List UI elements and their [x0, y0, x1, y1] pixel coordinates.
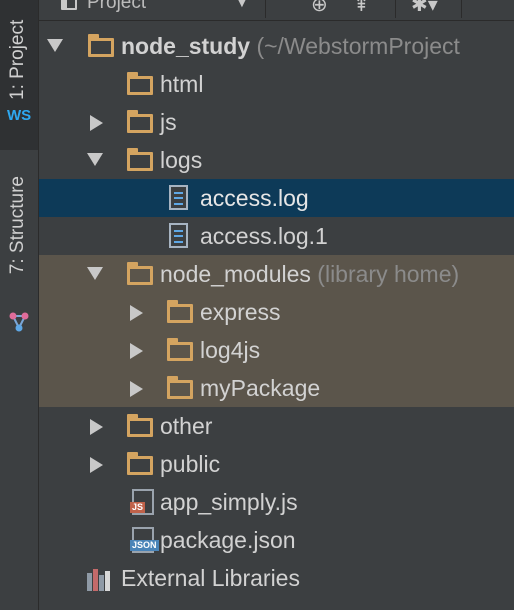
- tree-node-access-log-1[interactable]: access.log.1: [39, 217, 514, 255]
- tree-node-label: express: [200, 299, 281, 325]
- settings-icon[interactable]: ✱▾: [411, 0, 438, 17]
- collapse-arrow-icon[interactable]: [130, 343, 143, 359]
- folder-icon: [127, 262, 153, 285]
- folder-icon: [167, 376, 193, 399]
- collapse-all-icon[interactable]: ⇞: [353, 0, 370, 17]
- tree-node-html[interactable]: html: [39, 65, 514, 103]
- tree-node-label: html: [160, 71, 204, 97]
- tree-node-js[interactable]: js: [39, 103, 514, 141]
- tree-node-public[interactable]: public: [39, 445, 514, 483]
- tree-node-label: js: [160, 109, 177, 135]
- folder-icon: [127, 452, 153, 475]
- folder-icon: [127, 414, 153, 437]
- tree-node-external-libraries[interactable]: External Libraries: [39, 559, 514, 597]
- project-toolbar: Project ▼ ⊕ ⇞ ✱▾: [39, 0, 514, 21]
- tree-node-label: logs: [160, 147, 203, 173]
- tree-node-label: package.json: [160, 527, 296, 553]
- project-tree: node_study (~/WebstormProject html js lo…: [39, 27, 514, 597]
- tree-node-label: other: [160, 413, 213, 439]
- log-file-icon: [169, 223, 188, 248]
- folder-icon: [127, 72, 153, 95]
- expand-arrow-icon[interactable]: [87, 153, 103, 166]
- external-libraries-icon: [87, 569, 113, 591]
- js-file-icon: JS: [130, 489, 154, 515]
- view-selector[interactable]: Project: [61, 0, 146, 14]
- tree-node-logs[interactable]: logs: [39, 141, 514, 179]
- folder-icon: [127, 110, 153, 133]
- tree-node-label: myPackage: [200, 375, 321, 401]
- tree-node-package-json[interactable]: JSON package.json: [39, 521, 514, 559]
- tree-node-label: app_simply.js: [160, 489, 298, 515]
- json-badge: JSON: [130, 540, 159, 551]
- tree-node-label: access.log.1: [200, 223, 328, 249]
- tree-node-access-log[interactable]: access.log: [39, 179, 514, 217]
- chevron-down-icon[interactable]: ▼: [235, 0, 249, 10]
- expand-arrow-icon[interactable]: [87, 267, 103, 280]
- structure-tab-label: 7: Structure: [7, 176, 28, 275]
- structure-tool-tab[interactable]: 7: Structure: [0, 168, 38, 348]
- log-file-icon: [169, 185, 188, 210]
- tree-node-label: node_study (~/WebstormProject: [121, 33, 460, 59]
- toolbar-divider: [395, 0, 396, 18]
- tree-node-express[interactable]: express: [39, 293, 514, 331]
- project-tab-label: 1: Project: [7, 19, 28, 100]
- tree-node-mypackage[interactable]: myPackage: [39, 369, 514, 407]
- tree-node-label: public: [160, 451, 221, 477]
- tree-node-node-modules[interactable]: node_modules (library home): [39, 255, 514, 293]
- collapse-arrow-icon[interactable]: [130, 381, 143, 397]
- tree-node-label: External Libraries: [121, 565, 300, 591]
- tree-node-label: access.log: [200, 185, 309, 211]
- collapse-arrow-icon[interactable]: [90, 115, 103, 131]
- toolbar-divider: [461, 0, 462, 18]
- folder-icon: [127, 148, 153, 171]
- webstorm-logo-icon: WS: [7, 107, 32, 124]
- tree-node-other[interactable]: other: [39, 407, 514, 445]
- tree-node-label: log4js: [200, 337, 261, 363]
- folder-icon: [167, 300, 193, 323]
- expand-arrow-icon[interactable]: [47, 39, 63, 52]
- folder-icon: [88, 34, 114, 57]
- tree-node-log4js[interactable]: log4js: [39, 331, 514, 369]
- view-label: Project: [87, 0, 147, 13]
- sync-icon[interactable]: ⊕: [311, 0, 328, 17]
- toolbar-divider: [265, 0, 266, 18]
- tool-window-strip: 1: Project WS 7: Structure: [0, 0, 39, 610]
- tree-node-app-simply-js[interactable]: JS app_simply.js: [39, 483, 514, 521]
- structure-icon: [9, 312, 29, 332]
- project-window-icon: [61, 0, 77, 10]
- collapse-arrow-icon[interactable]: [90, 457, 103, 473]
- tree-node-node-study[interactable]: node_study (~/WebstormProject: [39, 27, 514, 65]
- collapse-arrow-icon[interactable]: [90, 419, 103, 435]
- js-badge: JS: [130, 502, 146, 513]
- collapse-arrow-icon[interactable]: [130, 305, 143, 321]
- tree-node-label: node_modules (library home): [160, 261, 460, 287]
- folder-icon: [167, 338, 193, 361]
- json-file-icon: JSON: [130, 527, 159, 553]
- project-tool-tab[interactable]: 1: Project WS: [0, 0, 38, 150]
